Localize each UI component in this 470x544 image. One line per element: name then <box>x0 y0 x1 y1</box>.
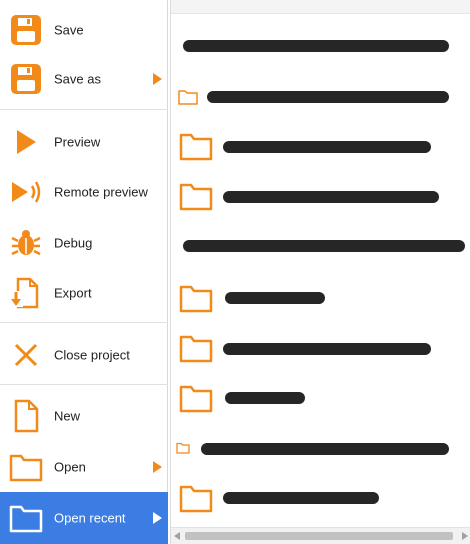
folder-icon <box>9 501 43 535</box>
menu-item-export[interactable]: Export <box>0 269 168 317</box>
redacted-path <box>223 191 439 203</box>
menu-item-new[interactable]: New <box>0 392 168 440</box>
submenu-arrow-icon <box>153 512 162 524</box>
recent-project-item[interactable] <box>171 280 470 318</box>
submenu-top-band <box>171 0 470 14</box>
menu-separator <box>0 384 168 385</box>
recent-project-item[interactable] <box>171 34 470 58</box>
recent-projects-submenu <box>170 0 470 544</box>
redacted-path <box>223 343 431 355</box>
small-folder-icon <box>177 88 199 106</box>
menu-item-label: Open recent <box>54 510 126 526</box>
folder-icon <box>179 180 213 212</box>
menu-item-label: Save <box>54 22 84 38</box>
menu-item-label: Close project <box>54 347 130 363</box>
recent-project-item[interactable] <box>171 234 470 258</box>
menu-item-label: Preview <box>54 134 101 150</box>
menu-item-label: Debug <box>54 235 93 251</box>
floppy-disk-icon <box>9 13 43 47</box>
floppy-disk-icon <box>9 62 43 96</box>
redacted-path <box>225 392 305 404</box>
menu-item-debug[interactable]: Debug <box>0 219 168 267</box>
menu-item-close-project[interactable]: Close project <box>0 331 168 379</box>
recent-project-item[interactable] <box>171 380 470 418</box>
redacted-path <box>201 443 449 455</box>
menu-item-label: Save as <box>54 71 101 87</box>
redacted-path <box>225 292 325 304</box>
redacted-path <box>183 240 465 252</box>
menu-separator <box>0 109 168 110</box>
export-icon <box>9 276 43 310</box>
folder-icon <box>9 450 43 484</box>
scroll-right-icon[interactable] <box>462 532 468 540</box>
recent-project-item[interactable] <box>171 436 470 462</box>
recent-project-item[interactable] <box>171 178 470 216</box>
recent-project-item[interactable] <box>171 480 470 518</box>
redacted-path <box>223 141 431 153</box>
recent-project-item[interactable] <box>171 84 470 110</box>
folder-icon <box>179 130 213 162</box>
remote-play-icon <box>9 175 43 209</box>
menu-separator <box>0 322 168 323</box>
redacted-path <box>207 91 449 103</box>
menu-item-label: Remote preview <box>54 184 148 200</box>
file-menu: Save Save as Preview Remote preview Debu… <box>0 0 168 544</box>
folder-icon <box>179 482 213 514</box>
redacted-path <box>223 492 379 504</box>
menu-item-label: Open <box>54 459 86 475</box>
menu-item-save-as[interactable]: Save as <box>0 55 168 103</box>
menu-item-open-recent[interactable]: Open recent <box>0 492 168 544</box>
small-folder-icon <box>175 440 191 456</box>
folder-icon <box>179 382 213 414</box>
play-icon <box>9 125 43 159</box>
scrollbar-thumb[interactable] <box>185 532 453 540</box>
close-icon <box>9 338 43 372</box>
menu-item-label: Export <box>54 285 92 301</box>
menu-item-label: New <box>54 408 81 424</box>
new-file-icon <box>9 399 43 433</box>
recent-project-item[interactable] <box>171 128 470 166</box>
submenu-arrow-icon <box>153 73 162 85</box>
folder-icon <box>179 332 213 364</box>
submenu-arrow-icon <box>153 461 162 473</box>
menu-item-save[interactable]: Save <box>0 6 168 54</box>
menu-item-remote-preview[interactable]: Remote preview <box>0 168 168 216</box>
bug-icon <box>9 226 43 260</box>
menu-item-open[interactable]: Open <box>0 443 168 491</box>
menu-item-preview[interactable]: Preview <box>0 118 168 166</box>
folder-icon <box>179 282 213 314</box>
scroll-left-icon[interactable] <box>174 532 180 540</box>
redacted-path <box>183 40 449 52</box>
horizontal-scrollbar[interactable] <box>171 527 470 544</box>
recent-project-item[interactable] <box>171 330 470 368</box>
